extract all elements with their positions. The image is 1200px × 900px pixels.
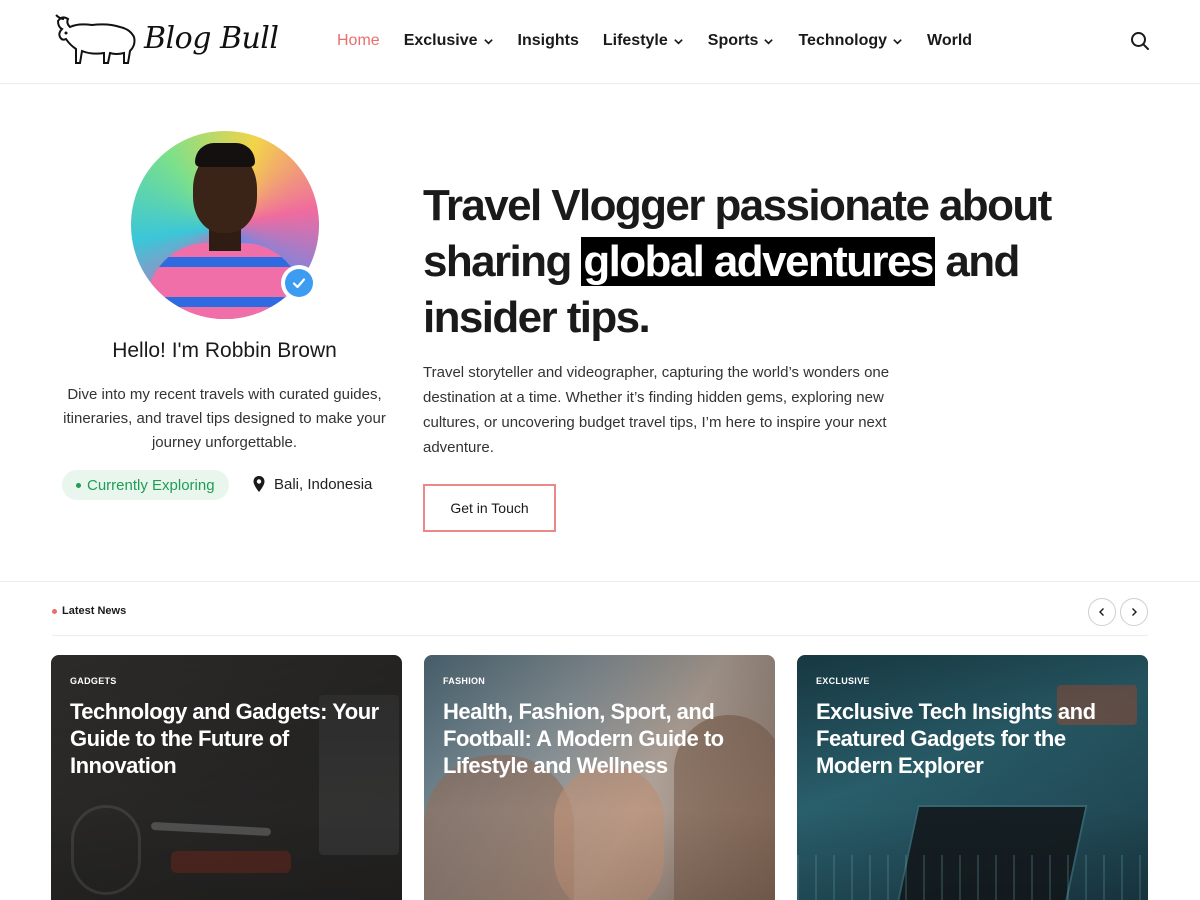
hero-description: Travel storyteller and videographer, cap…	[423, 364, 890, 456]
status-badge: Currently Exploring	[62, 470, 229, 500]
profile-intro: Dive into my recent travels with curated…	[63, 386, 386, 451]
card-category: EXCLUSIVE	[816, 676, 870, 686]
next-arrow-button[interactable]	[1120, 598, 1148, 626]
latest-news-label: Latest News	[62, 605, 127, 617]
status-dot-icon	[76, 482, 81, 488]
card-category: GADGETS	[70, 676, 117, 686]
card-category: FASHION	[443, 676, 486, 686]
nav-label: Technology	[798, 32, 888, 49]
card-title[interactable]: Technology and Gadgets: Your Guide to th…	[70, 698, 390, 779]
nav-label: Exclusive	[403, 32, 478, 49]
location-label: Bali, Indonesia	[274, 475, 373, 493]
chevron-down-icon	[483, 38, 493, 45]
bull-logo-icon	[55, 14, 136, 64]
profile-greeting: Hello! I'm Robbin Brown	[112, 339, 337, 362]
main-nav: Home Exclusive Insights Lifestyle Sports…	[337, 29, 996, 53]
verified-badge-icon	[281, 265, 317, 301]
site-header: Blog Bull Home Exclusive Insights Lifest…	[0, 0, 1200, 84]
nav-label: Lifestyle	[602, 32, 668, 49]
card-title[interactable]: Exclusive Tech Insights and Featured Gad…	[816, 698, 1136, 779]
status-label: Currently Exploring	[87, 476, 215, 494]
headline-highlight: global adventures	[581, 237, 935, 286]
nav-label: Insights	[517, 32, 579, 49]
nav-item-exclusive[interactable]: Exclusive	[404, 32, 494, 50]
news-card[interactable]: GADGETS Technology and Gadgets: Your Gui…	[51, 655, 402, 900]
chevron-down-icon	[674, 38, 683, 45]
nav-label: World	[927, 32, 973, 49]
map-pin-icon	[253, 476, 265, 492]
accent-dot-icon	[52, 608, 57, 614]
location: Bali, Indonesia	[252, 475, 372, 493]
nav-item-world[interactable]: World	[927, 32, 972, 50]
card-title[interactable]: Health, Fashion, Sport, and Football: A …	[443, 698, 763, 779]
chevron-left-icon	[1099, 608, 1104, 616]
nav-item-home[interactable]: Home	[337, 32, 380, 50]
logo-text: Blog Bull	[144, 20, 279, 56]
hero-section: Hello! I'm Robbin Brown Dive into my rec…	[0, 85, 1200, 582]
nav-item-sports[interactable]: Sports	[708, 32, 775, 50]
chevron-down-icon	[893, 38, 902, 45]
nav-label: Home	[337, 32, 380, 49]
prev-arrow-button[interactable]	[1088, 598, 1116, 626]
news-card[interactable]: FASHION Health, Fashion, Sport, and Foot…	[424, 655, 775, 900]
nav-item-insights[interactable]: Insights	[518, 32, 579, 50]
hero-headline: Travel Vlogger passionate about sharing …	[423, 178, 1083, 346]
get-in-touch-button[interactable]: Get in Touch	[423, 484, 556, 532]
latest-news-title: Latest News	[52, 605, 126, 617]
nav-item-technology[interactable]: Technology	[798, 32, 903, 50]
news-card[interactable]: EXCLUSIVE Exclusive Tech Insights and Fe…	[797, 655, 1148, 900]
nav-label: Sports	[707, 32, 759, 49]
search-icon[interactable]	[1130, 31, 1150, 51]
nav-item-lifestyle[interactable]: Lifestyle	[603, 32, 684, 50]
site-logo[interactable]: Blog Bull	[52, 8, 304, 68]
chevron-down-icon	[764, 38, 774, 45]
latest-news-bar: Latest News	[52, 596, 1148, 636]
chevron-right-icon	[1132, 608, 1137, 616]
